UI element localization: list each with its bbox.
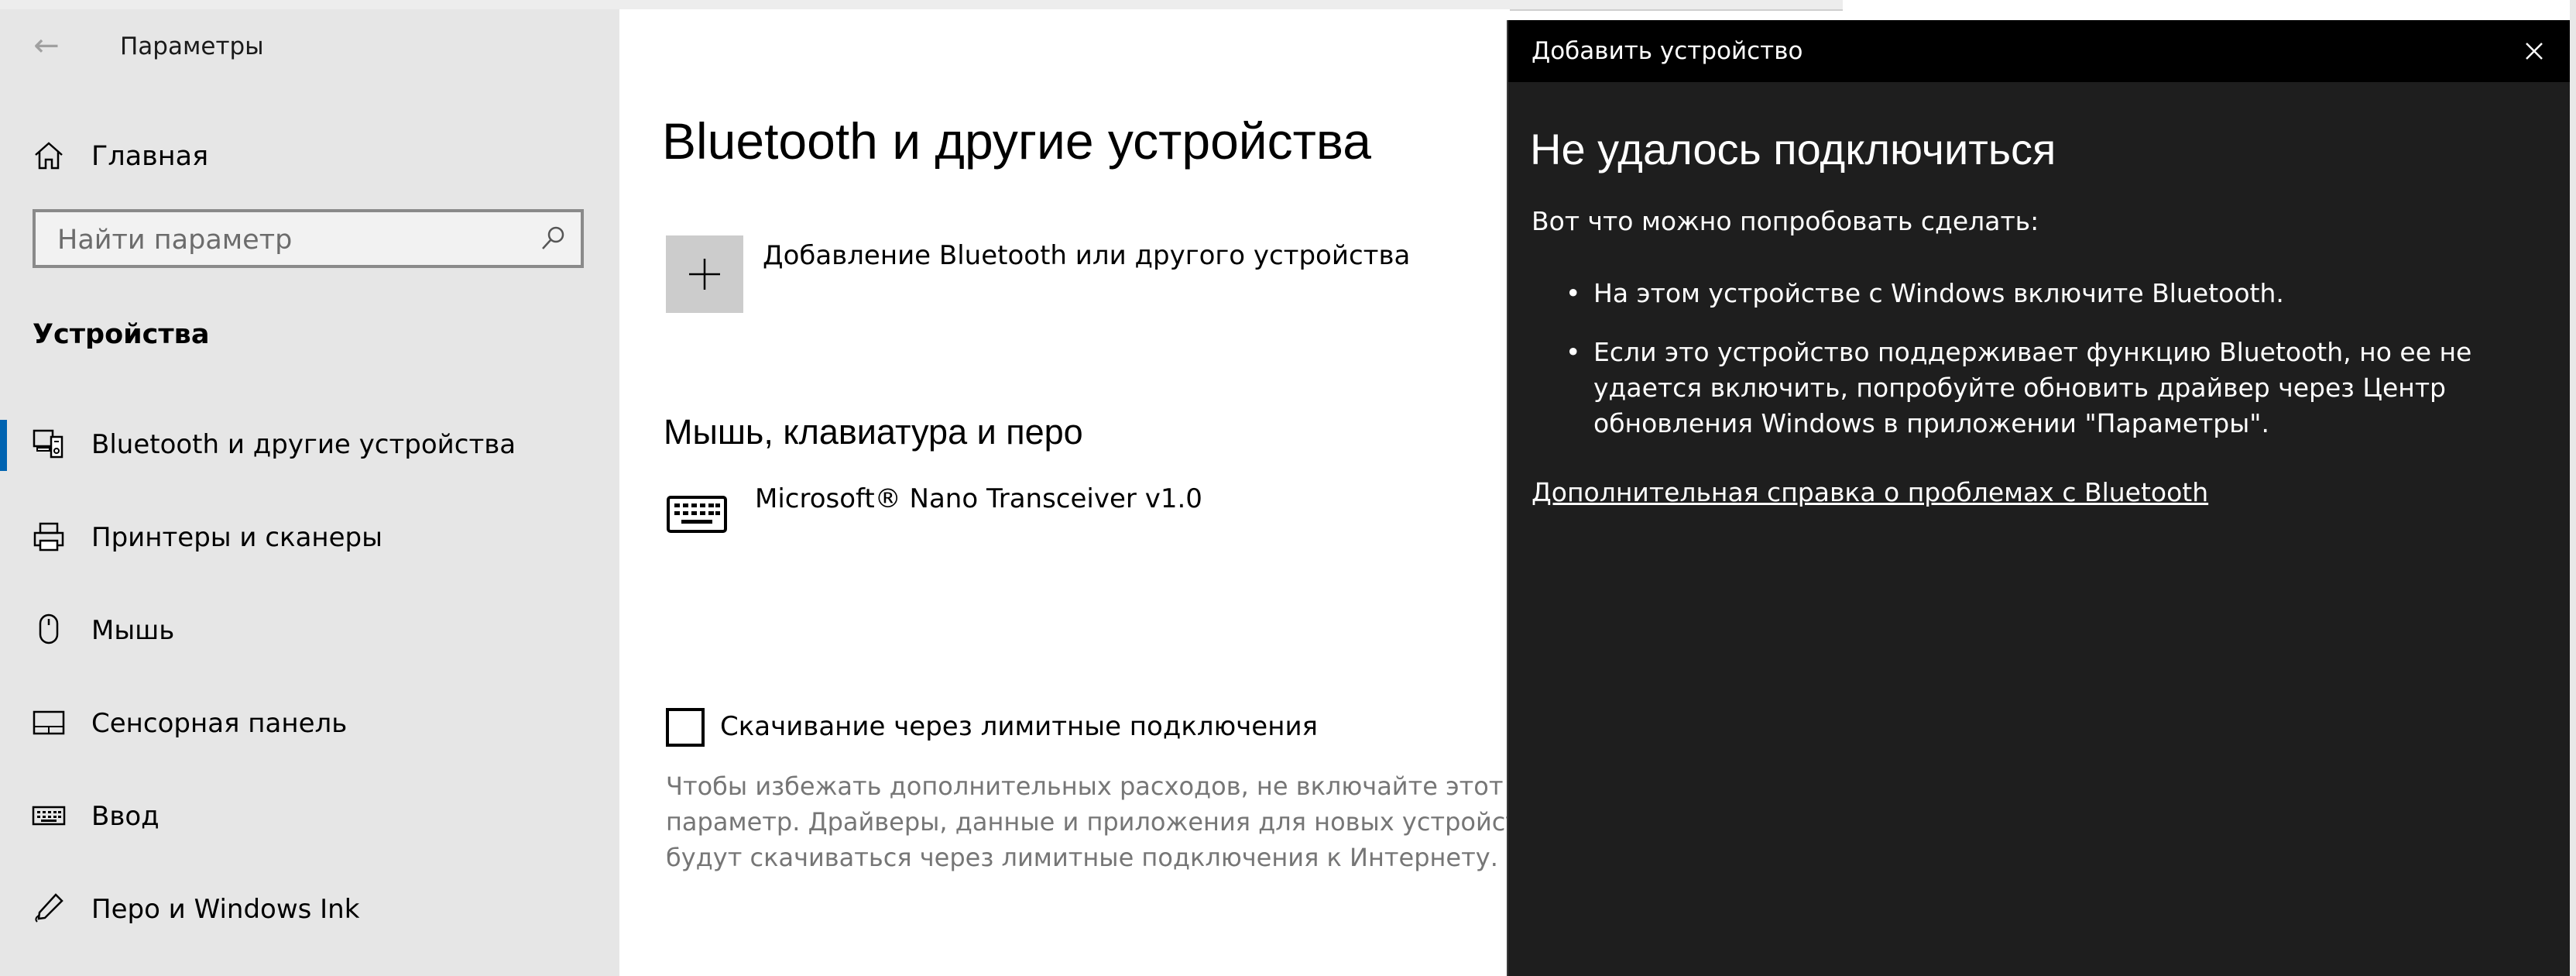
sidebar-item-label: Bluetooth и другие устройства (91, 429, 516, 460)
metered-description: Чтобы избежать дополнительных расходов, … (666, 768, 1510, 875)
sidebar-item-label: Мышь (91, 615, 175, 646)
home-icon (35, 142, 63, 170)
metered-description-line: параметр. Драйверы, данные и приложения … (666, 807, 1510, 837)
suggestion-text: удается включить, попробуйте обновить др… (1593, 373, 2446, 403)
search-input[interactable]: Найти параметр (33, 209, 584, 268)
add-device-label[interactable]: Добавление Bluetooth или другого устройс… (763, 240, 1410, 271)
dialog-header: Добавить устройство (1508, 20, 2576, 82)
background-window-edge (2570, 0, 2576, 976)
back-button[interactable]: ← (23, 26, 70, 65)
subsection-title: Мышь, клавиатура и перо (664, 412, 1083, 452)
device-name[interactable]: Microsoft® Nano Transceiver v1.0 (755, 483, 1202, 514)
suggestion-item: • Если это устройство поддерживает функц… (1566, 335, 2472, 442)
keyboard-icon (32, 806, 66, 826)
page-title: Bluetooth и другие устройства (662, 112, 1371, 170)
metered-download-checkbox[interactable] (666, 708, 705, 747)
app-title: Параметры (120, 33, 264, 60)
sidebar-item-home[interactable]: Главная (0, 125, 619, 187)
section-title: Устройства (33, 319, 210, 350)
dialog-heading: Не удалось подключиться (1530, 125, 2056, 174)
bullet-dot: • (1566, 278, 1581, 308)
printer-icon (33, 522, 64, 552)
sidebar-item-touchpad[interactable]: Сенсорная панель (0, 692, 619, 754)
sidebar-item-pen[interactable]: Перо и Windows Ink (0, 878, 619, 940)
settings-sidebar: ← Параметры Главная Найти параметр Устро… (0, 9, 619, 976)
dialog-title: Добавить устройство (1532, 37, 1803, 65)
bluetooth-devices-icon (33, 429, 63, 459)
sidebar-item-label: Ввод (91, 801, 159, 832)
metered-description-line: будут скачиваться через лимитные подключ… (666, 843, 1498, 872)
suggestion-text: обновления Windows в приложении "Парамет… (1593, 408, 2269, 438)
suggestion-item: • На этом устройстве с Windows включите … (1566, 276, 2284, 311)
suggestion-text: Если это устройство поддерживает функцию… (1593, 337, 2472, 367)
keyboard-icon (667, 496, 727, 533)
search-icon[interactable] (537, 223, 568, 254)
touchpad-icon (33, 710, 65, 735)
settings-main-pane: Bluetooth и другие устройства Добавление… (619, 9, 1510, 976)
add-device-dialog: Добавить устройство Не удалось подключит… (1507, 20, 2576, 976)
sidebar-item-bluetooth[interactable]: Bluetooth и другие устройства (0, 414, 619, 476)
sidebar-item-typing[interactable]: Ввод (0, 785, 619, 847)
add-device-button[interactable] (666, 235, 743, 313)
pen-icon (35, 893, 63, 923)
sidebar-item-label: Принтеры и сканеры (91, 522, 382, 553)
sidebar-item-label: Сенсорная панель (91, 708, 348, 739)
mouse-icon (39, 613, 59, 644)
sidebar-item-label: Перо и Windows Ink (91, 894, 360, 925)
bluetooth-help-link[interactable]: Дополнительная справка о проблемах с Blu… (1532, 477, 2208, 507)
sidebar-item-label: Главная (91, 141, 209, 172)
suggestion-text: На этом устройстве с Windows включите Bl… (1593, 278, 2284, 308)
sidebar-item-printers[interactable]: Принтеры и сканеры (0, 507, 619, 569)
bullet-dot: • (1566, 337, 1581, 367)
sidebar-item-mouse[interactable]: Мышь (0, 600, 619, 662)
search-placeholder: Найти параметр (57, 225, 293, 256)
close-icon[interactable] (2514, 31, 2554, 71)
dialog-intro: Вот что можно попробовать сделать: (1532, 206, 2039, 236)
metered-download-label[interactable]: Скачивание через лимитные подключения (720, 711, 1318, 742)
plus-icon (689, 259, 720, 290)
metered-description-line: Чтобы избежать дополнительных расходов, … (666, 772, 1504, 801)
